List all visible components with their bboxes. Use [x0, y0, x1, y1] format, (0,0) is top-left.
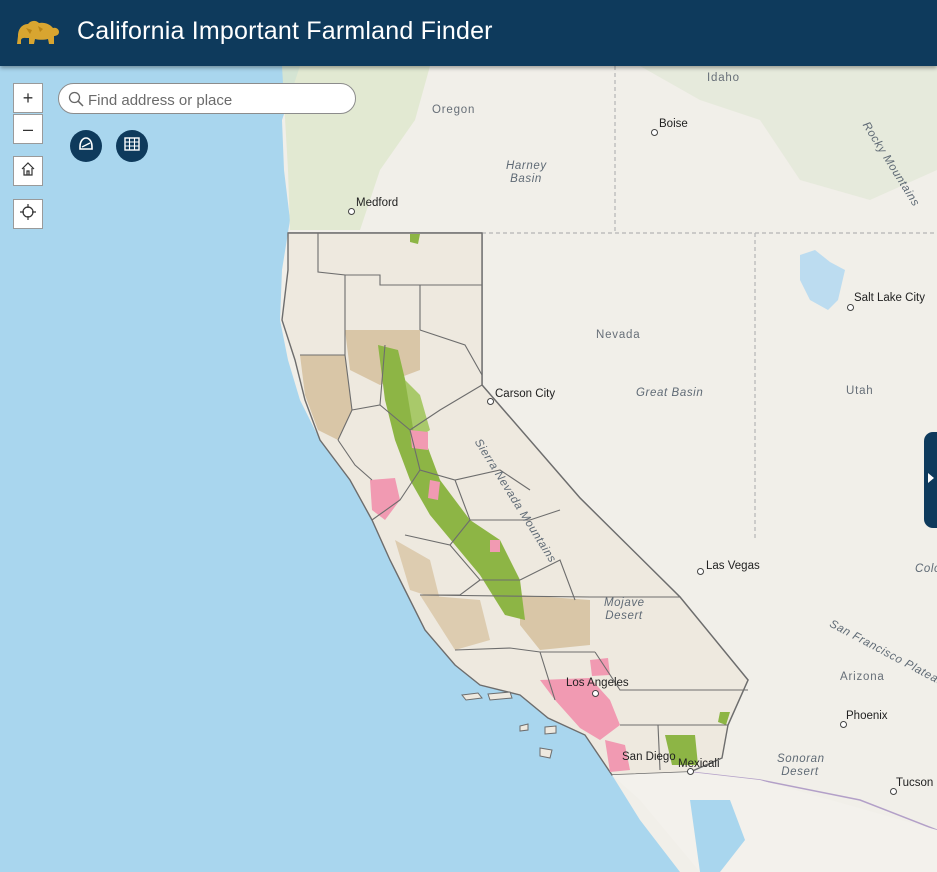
label-harney-basin: Harney Basin [506, 160, 547, 185]
label-great-basin: Great Basin [636, 387, 704, 399]
side-panel-toggle[interactable] [924, 432, 937, 528]
city-marker [651, 129, 658, 136]
table-button[interactable] [116, 130, 148, 162]
search-box[interactable] [58, 83, 356, 114]
zoom-in-button[interactable]: + [13, 83, 43, 113]
city-marker [847, 304, 854, 311]
zoom-in-label: + [22, 87, 34, 108]
label-phoenix: Phoenix [846, 710, 888, 722]
search-icon [68, 91, 84, 112]
city-marker [697, 568, 704, 575]
home-icon [20, 161, 36, 182]
zoom-out-label: – [22, 118, 33, 139]
city-marker [348, 208, 355, 215]
basemap-button[interactable] [70, 130, 102, 162]
label-las-vegas: Las Vegas [706, 560, 760, 572]
label-mexicali: Mexicali [678, 758, 720, 770]
label-tucson: Tucson [896, 777, 934, 789]
label-sonoran-desert: Sonoran Desert [777, 753, 825, 778]
label-utah: Utah [846, 385, 874, 397]
crosshair-icon [20, 203, 36, 225]
label-arizona: Arizona [840, 671, 885, 683]
label-carson-city: Carson City [495, 388, 556, 400]
label-colorado: Colorado [915, 563, 937, 575]
label-idaho: Idaho [707, 72, 740, 84]
zoom-out-button[interactable]: – [13, 114, 43, 144]
table-icon [123, 135, 141, 158]
label-san-diego: San Diego [622, 751, 676, 763]
locate-button[interactable] [13, 199, 43, 229]
city-marker [890, 788, 897, 795]
city-marker [487, 398, 494, 405]
app-title: California Important Farmland Finder [77, 17, 493, 45]
label-boise: Boise [659, 118, 688, 130]
city-marker [592, 690, 599, 697]
app-header: California Important Farmland Finder [0, 0, 937, 66]
label-oregon: Oregon [432, 104, 476, 116]
search-input[interactable] [86, 89, 348, 111]
chevron-right-icon [927, 471, 935, 489]
city-marker [840, 721, 847, 728]
label-los-angeles: Los Angeles [566, 677, 629, 689]
label-medford: Medford [356, 197, 399, 209]
basemap-icon [77, 135, 95, 158]
label-salt-lake-city: Salt Lake City [854, 292, 925, 304]
label-mojave-desert: Mojave Desert [604, 597, 645, 622]
bear-logo-icon [14, 14, 62, 55]
home-button[interactable] [13, 156, 43, 186]
label-nevada: Nevada [596, 329, 641, 341]
map-canvas[interactable] [0, 66, 937, 872]
